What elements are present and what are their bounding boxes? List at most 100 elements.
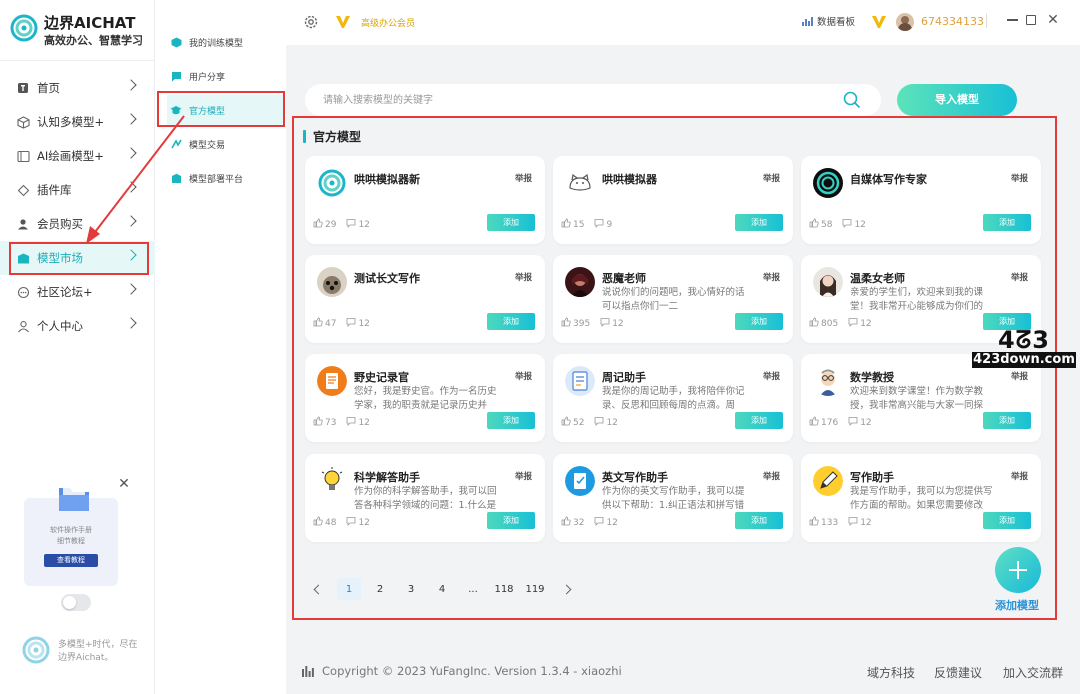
- model-avatar: [813, 466, 843, 496]
- model-card[interactable]: 野史记录官 举报 您好，我是野史官。作为一名历史学家，我的职责就是记录历史并 73 12…: [305, 354, 545, 442]
- report-button[interactable]: 举报: [763, 271, 780, 283]
- submenu-item-official-models[interactable]: 官方模型: [167, 95, 283, 125]
- report-button[interactable]: 举报: [515, 172, 532, 184]
- likes-stat[interactable]: 58: [809, 218, 832, 231]
- likes-stat[interactable]: 52: [561, 416, 584, 429]
- comments-stat[interactable]: 12: [346, 416, 370, 429]
- comments-stat[interactable]: 12: [594, 516, 618, 529]
- likes-stat[interactable]: 47: [313, 317, 336, 330]
- search-icon[interactable]: [843, 91, 861, 109]
- likes-stat[interactable]: 29: [313, 218, 336, 231]
- dashboard-link[interactable]: 数据看板: [802, 14, 855, 28]
- nav-item-plugins[interactable]: 插件库: [0, 173, 155, 207]
- page-button[interactable]: 4: [430, 578, 454, 600]
- comments-stat[interactable]: 12: [346, 218, 370, 231]
- report-button[interactable]: 举报: [515, 370, 532, 382]
- add-model-button[interactable]: 添加: [487, 214, 535, 231]
- report-button[interactable]: 举报: [515, 470, 532, 482]
- view-tutorial-button[interactable]: 查看教程: [44, 554, 98, 567]
- theme-toggle[interactable]: [61, 594, 91, 611]
- report-button[interactable]: 举报: [763, 172, 780, 184]
- likes-stat[interactable]: 133: [809, 516, 838, 529]
- gear-icon[interactable]: [303, 14, 319, 30]
- likes-stat[interactable]: 15: [561, 218, 584, 231]
- page-button[interactable]: 119: [523, 578, 547, 600]
- add-model-button[interactable]: 添加: [735, 512, 783, 529]
- likes-count: 47: [325, 318, 337, 329]
- close-icon[interactable]: ✕: [118, 477, 130, 491]
- user-id[interactable]: 674334133: [921, 15, 984, 28]
- add-model-button[interactable]: 添加: [735, 214, 783, 231]
- report-button[interactable]: 举报: [1011, 470, 1028, 482]
- model-card[interactable]: 科学解答助手 举报 作为你的科学解答助手，我可以回答各种科学领域的问题：1.什么是 4…: [305, 454, 545, 542]
- likes-stat[interactable]: 73: [313, 416, 336, 429]
- user-avatar[interactable]: [896, 13, 914, 31]
- add-model-button[interactable]: 添加: [983, 214, 1031, 231]
- comments-stat[interactable]: 12: [842, 218, 866, 231]
- likes-stat[interactable]: 176: [809, 416, 838, 429]
- footer-link-join-group[interactable]: 加入交流群: [1003, 664, 1063, 681]
- nav-item-home[interactable]: 首页: [0, 71, 155, 105]
- comments-stat[interactable]: 12: [594, 416, 618, 429]
- submenu-item-model-trade[interactable]: 模型交易: [167, 129, 283, 159]
- comments-stat[interactable]: 9: [594, 218, 612, 231]
- report-button[interactable]: 举报: [763, 470, 780, 482]
- import-model-button[interactable]: 导入模型: [897, 84, 1017, 116]
- page-button[interactable]: 2: [368, 578, 392, 600]
- comments-count: 12: [606, 417, 618, 428]
- comments-stat[interactable]: 12: [848, 516, 872, 529]
- add-model-fab[interactable]: [995, 547, 1041, 593]
- nav-item-ai-painting[interactable]: AI绘画模型+: [0, 139, 155, 173]
- nav-item-cognitive-models[interactable]: 认知多模型+: [0, 105, 155, 139]
- submenu-item-user-share[interactable]: 用户分享: [167, 61, 283, 91]
- model-card[interactable]: 写作助手 举报 我是写作助手，我可以为您提供写作方面的帮助。如果您需要修改 133 12…: [801, 454, 1041, 542]
- model-card[interactable]: 周记助手 举报 我是你的周记助手，我将陪伴你记录、反思和回顾每周的点滴。周 52 12 添…: [553, 354, 793, 442]
- report-button[interactable]: 举报: [515, 271, 532, 283]
- add-model-button[interactable]: 添加: [735, 412, 783, 429]
- footer-link-feedback[interactable]: 反馈建议: [934, 664, 982, 681]
- report-button[interactable]: 举报: [1011, 172, 1028, 184]
- likes-stat[interactable]: 395: [561, 317, 590, 330]
- add-model-button[interactable]: 添加: [983, 512, 1031, 529]
- comments-stat[interactable]: 12: [346, 516, 370, 529]
- likes-stat[interactable]: 48: [313, 516, 336, 529]
- maximize-button[interactable]: [1024, 13, 1038, 27]
- comments-stat[interactable]: 12: [848, 416, 872, 429]
- nav-item-membership[interactable]: 会员购买: [0, 207, 155, 241]
- report-button[interactable]: 举报: [1011, 271, 1028, 283]
- footer-link-company[interactable]: 域方科技: [867, 664, 915, 681]
- add-model-button[interactable]: 添加: [735, 313, 783, 330]
- next-page-button[interactable]: [554, 578, 578, 600]
- page-ellipsis[interactable]: ...: [461, 578, 485, 600]
- model-card[interactable]: 恶魔老师 举报 说说你们的问题吧，我心情好的话可以指点你们一二 395 12 添加: [553, 255, 793, 343]
- minimize-button[interactable]: [1005, 13, 1019, 27]
- likes-stat[interactable]: 805: [809, 317, 838, 330]
- page-button[interactable]: 3: [399, 578, 423, 600]
- report-button[interactable]: 举报: [763, 370, 780, 382]
- page-button[interactable]: 118: [492, 578, 516, 600]
- search-input[interactable]: [323, 92, 803, 108]
- comments-stat[interactable]: 12: [346, 317, 370, 330]
- nav-item-forum[interactable]: 社区论坛+: [0, 275, 155, 309]
- comments-stat[interactable]: 12: [600, 317, 624, 330]
- add-model-button[interactable]: 添加: [487, 313, 535, 330]
- model-card[interactable]: 哄哄模拟器 举报 15 9 添加: [553, 156, 793, 244]
- submenu-item-my-training[interactable]: 我的训练模型: [167, 27, 283, 57]
- add-model-button[interactable]: 添加: [487, 412, 535, 429]
- add-model-button[interactable]: 添加: [983, 412, 1031, 429]
- nav-item-profile[interactable]: 个人中心: [0, 309, 155, 343]
- model-card[interactable]: 测试长文写作 举报 47 12 添加: [305, 255, 545, 343]
- comments-stat[interactable]: 12: [848, 317, 872, 330]
- add-model-button[interactable]: 添加: [487, 512, 535, 529]
- likes-stat[interactable]: 32: [561, 516, 584, 529]
- model-card[interactable]: 哄哄模拟器新 举报 29 12 添加: [305, 156, 545, 244]
- vip-level-text[interactable]: 高级办公会员: [361, 16, 415, 29]
- model-card[interactable]: 自媒体写作专家 举报 58 12 添加: [801, 156, 1041, 244]
- submenu-item-deploy-platform[interactable]: 模型部署平台: [167, 163, 283, 193]
- nav-item-model-market[interactable]: 模型市场: [0, 241, 155, 275]
- model-card[interactable]: 英文写作助手 举报 作为你的英文写作助手，我可以提供以下帮助：1.纠正语法和拼写错 3…: [553, 454, 793, 542]
- prev-page-button[interactable]: [306, 578, 330, 600]
- add-model-label[interactable]: 添加模型: [995, 597, 1039, 613]
- close-window-button[interactable]: ✕: [1046, 12, 1060, 28]
- page-button[interactable]: 1: [337, 578, 361, 600]
